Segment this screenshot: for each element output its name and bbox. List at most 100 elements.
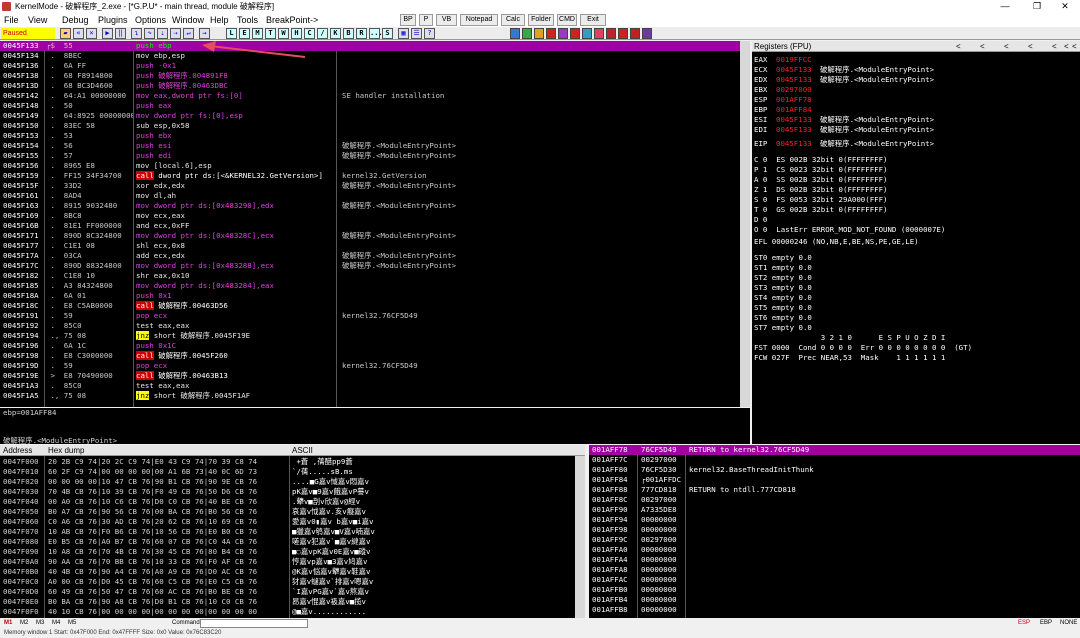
toolbar-c[interactable]: C: [304, 28, 315, 39]
disasm-row[interactable]: 0045F13D . 68 BC3D4600 push 破解程序.00463DBC: [0, 81, 740, 91]
stack-row[interactable]: 001AFF90 A7335DE8: [589, 505, 1080, 515]
trace-into-icon[interactable]: ⇣: [157, 28, 168, 39]
stack-row[interactable]: 001AFF78 76CF5D49 RETURN to kernel32.76CF5…: [589, 445, 1080, 455]
stack-row[interactable]: 001AFFB4 00000000: [589, 595, 1080, 605]
menu-view[interactable]: View: [28, 13, 47, 27]
disasm-row[interactable]: 0045F17A . 03CA add ecx,edx 破解程序.<ModuleEn…: [0, 251, 740, 261]
dump-row[interactable]: 0047F0A0 90 AA CB 76|70 BB CB 76|10 33 CB…: [0, 557, 575, 567]
ebp-button[interactable]: EBP: [1040, 620, 1052, 626]
disasm-row[interactable]: 0045F1A5 ., 75 08 jnz short 破解程序.0045F1AF: [0, 391, 740, 401]
stack-row[interactable]: 001AFF84 ┌001AFFDC: [589, 475, 1080, 485]
toolbar-h[interactable]: H: [291, 28, 302, 39]
register-row[interactable]: EAX 0019FFCC: [754, 55, 1074, 65]
register-row[interactable]: ESI 0045F133 破解程序.<ModuleEntryPoint>: [754, 115, 1074, 125]
dump-row[interactable]: 0047F000 20 2B C9 74|20 2C C9 74|E0 43 C9…: [0, 457, 575, 467]
plugin-icon-6[interactable]: [570, 28, 580, 39]
disasm-row[interactable]: 0045F18A . 6A 01 push 0x1: [0, 291, 740, 301]
tab-m5[interactable]: M5: [68, 620, 76, 626]
disasm-row[interactable]: 0045F177 . C1E1 08 shl ecx,0x8: [0, 241, 740, 251]
disasm-row[interactable]: 0045F196 . 6A 1C push 0x1C: [0, 341, 740, 351]
goto-icon[interactable]: →: [199, 28, 210, 39]
tab-m3[interactable]: M3: [36, 620, 44, 626]
dump-scrollbar[interactable]: [575, 456, 585, 618]
toolbar-m[interactable]: M: [252, 28, 263, 39]
registers-pane[interactable]: Registers (FPU) < < < < < < < EAX 0019FFC…: [752, 41, 1080, 444]
plugin-icon-5[interactable]: [558, 28, 568, 39]
disasm-row[interactable]: 0045F194 ., 75 08 jnz short 破解程序.0045F19E: [0, 331, 740, 341]
reg-nav-5[interactable]: <: [1052, 41, 1057, 52]
stack-row[interactable]: 001AFFAC 00000000: [589, 575, 1080, 585]
toolbar-t[interactable]: T: [265, 28, 276, 39]
disasm-row[interactable]: 0045F153 . 53 push ebx: [0, 131, 740, 141]
menu-plugins[interactable]: Plugins: [98, 13, 128, 27]
stack-row[interactable]: 001AFFA0 00000000: [589, 545, 1080, 555]
menu-help[interactable]: Help: [210, 13, 229, 27]
toolbar-slash[interactable]: /: [317, 28, 328, 39]
reg-nav-6[interactable]: <: [1064, 41, 1069, 52]
stack-row[interactable]: 001AFF80 76CF5D30 kernel32.BaseThreadInitT…: [589, 465, 1080, 475]
tab-m4[interactable]: M4: [52, 620, 60, 626]
toolbar-b[interactable]: B: [343, 28, 354, 39]
disasm-row[interactable]: 0045F155 . 57 push edi 破解程序.<ModuleEntryPo…: [0, 151, 740, 161]
dump-row[interactable]: 0047F090 10 A8 CB 76|70 4B CB 76|30 45 CB…: [0, 547, 575, 557]
dump-row[interactable]: 0047F0D0 60 49 CB 76|50 47 CB 76|60 AC CB…: [0, 587, 575, 597]
disasm-row[interactable]: 0045F169 . 8BC8 mov ecx,eax: [0, 211, 740, 221]
menu-options[interactable]: Options: [135, 13, 166, 27]
dump-row[interactable]: 0047F060 C0 A6 CB 76|30 AD CB 76|20 62 CB…: [0, 517, 575, 527]
disasm-row[interactable]: 0045F150 . 83EC 58 sub esp,0x58: [0, 121, 740, 131]
disasm-row[interactable]: 0045F154 . 56 push esi 破解程序.<ModuleEntryPo…: [0, 141, 740, 151]
register-row[interactable]: ECX 0045F133 破解程序.<ModuleEntryPoint>: [754, 65, 1074, 75]
plugin-icon-4[interactable]: [546, 28, 556, 39]
menu-tools[interactable]: Tools: [237, 13, 258, 27]
plugin-icon-8[interactable]: [594, 28, 604, 39]
restart-icon[interactable]: «: [73, 28, 84, 39]
plugin-icon-3[interactable]: [534, 28, 544, 39]
stack-row[interactable]: 001AFF9C 00297000: [589, 535, 1080, 545]
register-row[interactable]: ESP 001AFF78: [754, 95, 1074, 105]
p-button[interactable]: P: [419, 14, 433, 26]
disasm-row[interactable]: 0045F198 . E8 C3000000 call 破解程序.0045F260: [0, 351, 740, 361]
disasm-row[interactable]: 0045F136 . 6A FF push -0x1: [0, 61, 740, 71]
cmd-button[interactable]: CMD: [557, 14, 577, 26]
toolbar-e[interactable]: E: [239, 28, 250, 39]
disasm-row[interactable]: 0045F1A3 . 85C0 test eax,eax: [0, 381, 740, 391]
stack-row[interactable]: 001AFFB8 00000000: [589, 605, 1080, 615]
register-row[interactable]: EDI 0045F133 破解程序.<ModuleEntryPoint>: [754, 125, 1074, 135]
register-row[interactable]: EBP 001AFF84: [754, 105, 1074, 115]
disasm-row[interactable]: 0045F192 . 85C0 test eax,eax: [0, 321, 740, 331]
disasm-row[interactable]: 0045F149 . 64:8925 00000000 mov dword ptr…: [0, 111, 740, 121]
toolbar-dots[interactable]: ...: [369, 28, 383, 39]
help-icon[interactable]: ?: [424, 28, 435, 39]
menu-file[interactable]: File: [4, 13, 19, 27]
menu-debug[interactable]: Debug: [62, 13, 89, 27]
toolbar-w[interactable]: W: [278, 28, 289, 39]
esp-button[interactable]: ESP: [1018, 620, 1030, 626]
disasm-row[interactable]: 0045F142 . 64:A1 00000000 mov eax,dword p…: [0, 91, 740, 101]
exit-button[interactable]: Exit: [580, 14, 606, 26]
tab-m1[interactable]: M1: [4, 620, 12, 626]
plugin-icon-11[interactable]: [630, 28, 640, 39]
notepad-button[interactable]: Notepad: [460, 14, 498, 26]
disasm-row[interactable]: 0045F133 ┌$ 55 push ebp: [0, 41, 740, 51]
reg-nav-7[interactable]: <: [1072, 41, 1077, 52]
dump-row[interactable]: 0047F030 70 4B CB 76|10 39 CB 76|F0 49 CB…: [0, 487, 575, 497]
disasm-row[interactable]: 0045F182 . C1E8 10 shr eax,0x10: [0, 271, 740, 281]
disasm-row[interactable]: 0045F19E > E8 70490000 call 破解程序.00463B13: [0, 371, 740, 381]
stack-row[interactable]: 001AFF88 777CD818 RETURN to ntdll.777CD818: [589, 485, 1080, 495]
menu-breakpoint[interactable]: BreakPoint->: [266, 13, 318, 27]
tab-m2[interactable]: M2: [20, 620, 28, 626]
dump-row[interactable]: 0047F0B0 40 4B CB 76|90 A4 CB 76|A0 A9 CB…: [0, 567, 575, 577]
stack-row[interactable]: 001AFF94 00000000: [589, 515, 1080, 525]
register-row[interactable]: EIP 0045F133 破解程序.<ModuleEntryPoint>: [754, 139, 1074, 149]
reg-nav-3[interactable]: <: [1004, 41, 1009, 52]
step-over-icon[interactable]: ↷: [144, 28, 155, 39]
dump-row[interactable]: 0047F020 00 00 00 00|10 47 CB 76|90 B1 CB…: [0, 477, 575, 487]
close-debug-icon[interactable]: ×: [86, 28, 97, 39]
stack-row[interactable]: 001AFFA8 00000000: [589, 565, 1080, 575]
disasm-row[interactable]: 0045F185 . A3 84324800 mov dword ptr ds:[…: [0, 281, 740, 291]
dump-row[interactable]: 0047F0C0 A0 00 CB 76|D0 45 CB 76|60 C5 CB…: [0, 577, 575, 587]
disasm-row[interactable]: 0045F19D . 59 pop ecx kernel32.76CF5D49: [0, 361, 740, 371]
plugin-icon-10[interactable]: [618, 28, 628, 39]
disasm-row[interactable]: 0045F18C . E8 C5AB0000 call 破解程序.00463D56: [0, 301, 740, 311]
disasm-row[interactable]: 0045F134 . 8BEC mov ebp,esp: [0, 51, 740, 61]
